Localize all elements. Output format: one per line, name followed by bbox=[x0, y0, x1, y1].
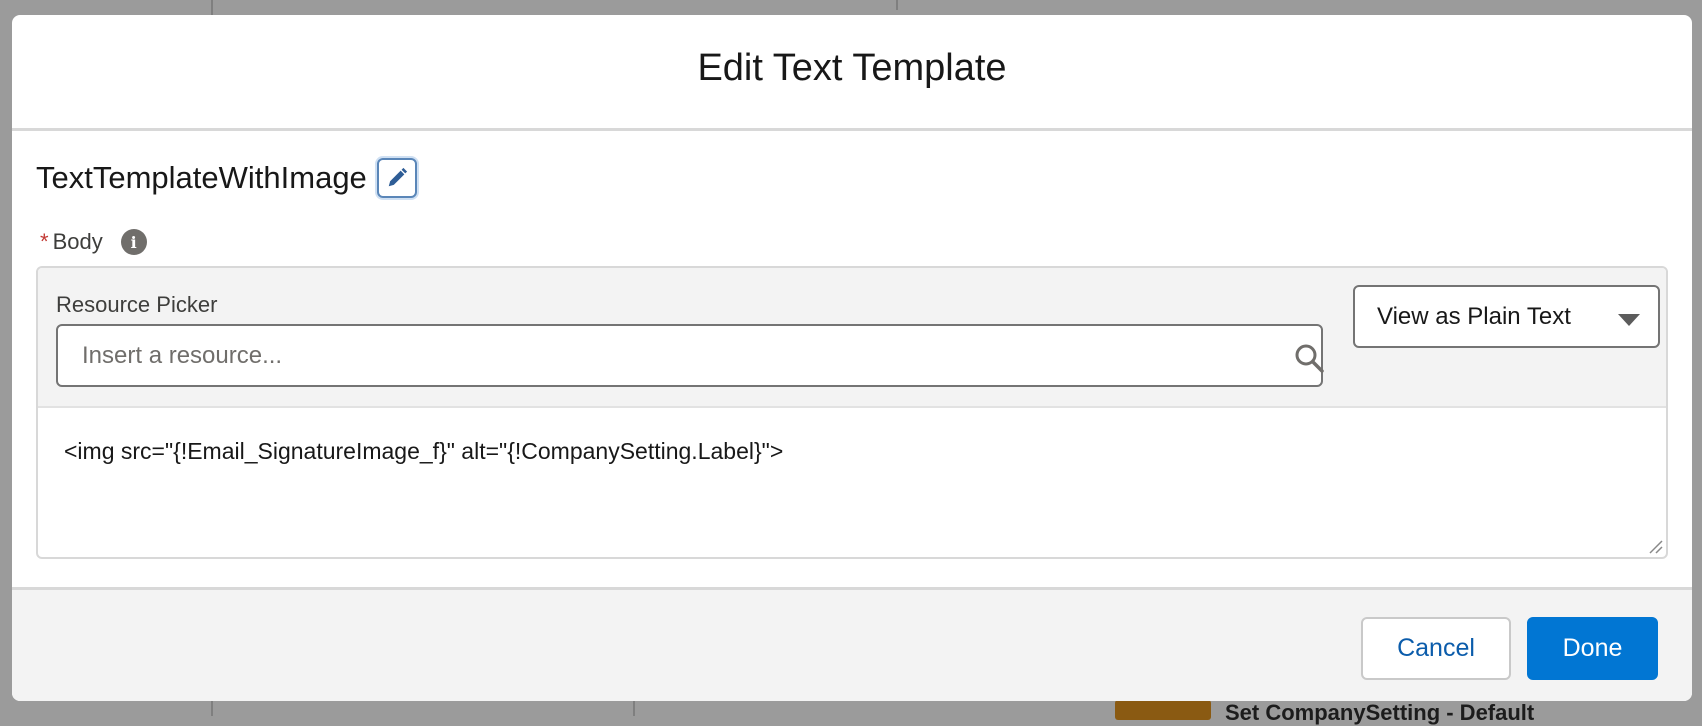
view-mode-dropdown[interactable]: View as Plain Text bbox=[1353, 285, 1660, 348]
info-icon[interactable]: i bbox=[120, 229, 147, 255]
resize-handle-icon[interactable] bbox=[1647, 538, 1663, 554]
editor-toolbar: Resource Picker View as Plain Text bbox=[38, 268, 1666, 408]
resource-picker-label: Resource Picker bbox=[56, 292, 218, 317]
modal-footer: Cancel Done bbox=[12, 587, 1692, 701]
view-mode-label: View as Plain Text bbox=[1377, 302, 1571, 330]
background-divider-mid bbox=[896, 0, 898, 10]
pencil-icon bbox=[388, 167, 407, 187]
template-name-row: TextTemplateWithImage bbox=[36, 158, 417, 198]
modal-header: Edit Text Template bbox=[12, 15, 1692, 131]
done-button[interactable]: Done bbox=[1527, 617, 1658, 680]
edit-name-button[interactable] bbox=[376, 158, 417, 198]
background-divider-lower bbox=[633, 700, 635, 716]
template-name: TextTemplateWithImage bbox=[36, 160, 367, 195]
required-marker: * bbox=[40, 229, 49, 254]
template-body-textarea[interactable]: <img src="{!Email_SignatureImage_f}" alt… bbox=[38, 408, 1666, 557]
body-label: Body bbox=[52, 229, 103, 254]
background-peek-text: Set CompanySetting - Default bbox=[1225, 700, 1535, 725]
body-editor: Resource Picker View as Plain Text <img … bbox=[36, 266, 1668, 559]
modal-body: TextTemplateWithImage * Body i Resource … bbox=[12, 131, 1692, 587]
modal-title: Edit Text Template bbox=[697, 47, 1007, 89]
body-label-row: * Body i bbox=[40, 229, 147, 255]
background-badge bbox=[1115, 700, 1211, 720]
caret-down-icon bbox=[1618, 314, 1640, 326]
resource-picker-input[interactable] bbox=[56, 324, 1323, 387]
cancel-button[interactable]: Cancel bbox=[1361, 617, 1511, 680]
edit-text-template-modal: Edit Text Template TextTemplateWithImage… bbox=[12, 15, 1692, 701]
